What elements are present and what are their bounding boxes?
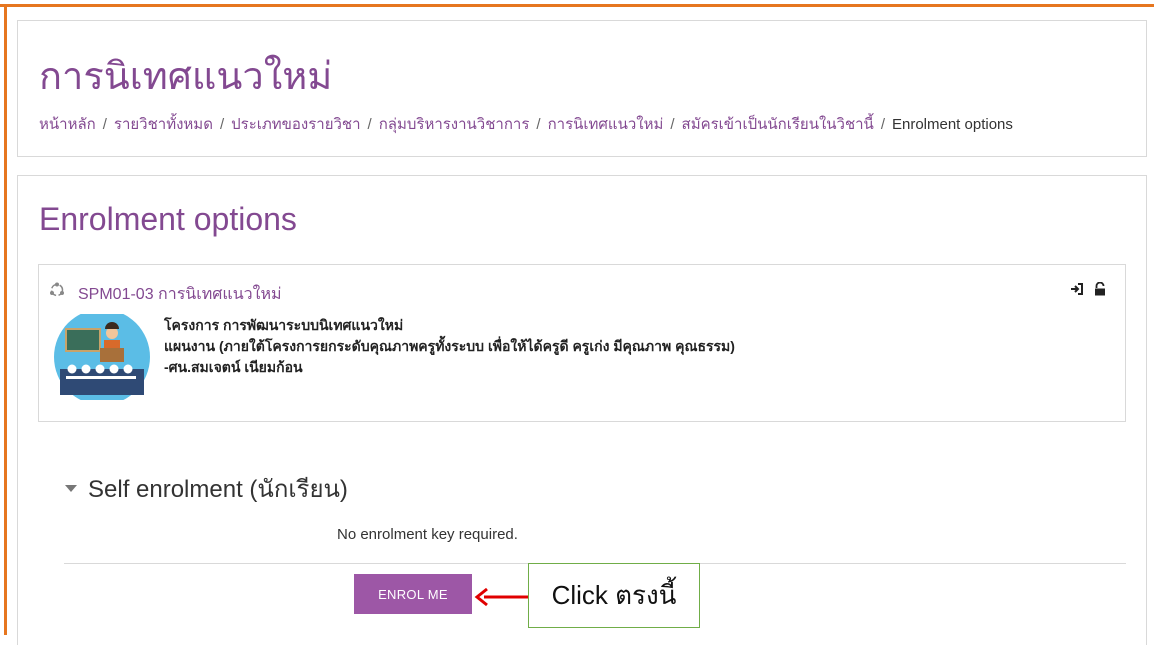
course-icon <box>50 282 64 297</box>
summary-line: โครงการ การพัฒนาระบบนิเทศแนวใหม่ <box>164 317 404 333</box>
course-image <box>54 314 150 400</box>
breadcrumb-separator: / <box>102 116 107 133</box>
summary-line: แผนงาน (ภายใต้โครงการยกระดับคุณภาพครูทั้… <box>164 338 735 354</box>
enrol-login-icon <box>1070 282 1084 296</box>
frame-left-border <box>4 4 7 635</box>
summary-line: -ศน.สมเจตน์ เนียมก้อน <box>164 359 303 375</box>
red-arrow-icon <box>474 587 529 607</box>
caret-down-icon <box>65 485 77 492</box>
breadcrumb-all-courses[interactable]: รายวิชาทั้งหมด <box>114 116 213 133</box>
breadcrumb-separator: / <box>219 116 225 133</box>
section-title: Enrolment options <box>39 201 297 237</box>
breadcrumb-course[interactable]: การนิเทศแนวใหม่ <box>548 116 664 133</box>
self-enrolment-heading: Self enrolment (นักเรียน) <box>88 476 348 503</box>
page-header: การนิเทศแนวใหม่ หน้าหลัก / รายวิชาทั้งหมด /… <box>17 20 1147 157</box>
breadcrumb-current: Enrolment options <box>891 116 1013 133</box>
breadcrumb-course-categories[interactable]: ประเภทของรายวิชา <box>231 116 360 133</box>
breadcrumb-enrol[interactable]: สมัครเข้าเป็นนักเรียนในวิชานี้ <box>682 116 874 133</box>
click-here-callout: Click ตรงนี้ <box>528 563 700 628</box>
page-title: การนิเทศแนวใหม่ <box>39 56 333 98</box>
no-key-message: No enrolment key required. <box>337 526 518 543</box>
unlock-icon <box>1093 281 1107 296</box>
enrolment-icons <box>1070 281 1107 296</box>
self-enrolment-toggle[interactable]: Self enrolment (นักเรียน) <box>65 469 348 508</box>
course-box: SPM01-03 การนิเทศแนวใหม่ โครงการ การพัฒน… <box>38 264 1126 422</box>
course-summary: โครงการ การพัฒนาระบบนิเทศแนวใหม่ แผนงาน … <box>164 315 735 378</box>
breadcrumb-separator: / <box>670 116 675 133</box>
breadcrumb-academic-group[interactable]: กลุ่มบริหารงานวิชาการ <box>379 116 530 133</box>
course-link[interactable]: SPM01-03 การนิเทศแนวใหม่ <box>78 282 282 307</box>
breadcrumb-separator: / <box>367 116 372 133</box>
enrol-me-button[interactable]: ENROL ME <box>354 574 472 614</box>
breadcrumb-home[interactable]: หน้าหลัก <box>39 116 96 133</box>
breadcrumb: หน้าหลัก / รายวิชาทั้งหมด / ประเภทของรายวิชา… <box>39 112 1013 136</box>
breadcrumb-separator: / <box>536 116 541 133</box>
breadcrumb-separator: / <box>880 116 885 133</box>
frame-top-border <box>0 4 1154 7</box>
